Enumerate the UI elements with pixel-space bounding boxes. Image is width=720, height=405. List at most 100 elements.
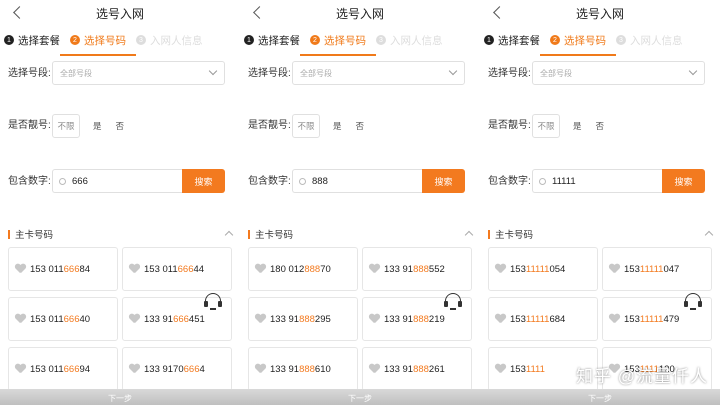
- chevron-up-icon[interactable]: [224, 230, 234, 240]
- option-no[interactable]: 否: [596, 120, 605, 132]
- number-card[interactable]: 153 11111 047: [602, 247, 712, 291]
- number-card[interactable]: 153 11111 054: [488, 247, 598, 291]
- step-indicator: 1 选择套餐 2 选择号码 3 入网人信息: [240, 26, 480, 56]
- nav-bar: 选号入网: [480, 0, 720, 26]
- back-arrow-icon[interactable]: [12, 5, 24, 21]
- segment-select[interactable]: 全部号段: [292, 61, 465, 85]
- search-button[interactable]: 搜索: [182, 169, 225, 193]
- number-card[interactable]: 153 11111 684: [488, 297, 598, 341]
- back-arrow-icon[interactable]: [492, 5, 504, 21]
- customer-service-icon[interactable]: [202, 290, 224, 312]
- segment-label: 选择号段:: [8, 68, 51, 79]
- heart-icon[interactable]: [369, 264, 380, 274]
- page-title: 选号入网: [95, 6, 144, 21]
- pretty-number-label: 是否靓号:: [488, 120, 531, 131]
- digits-search-input[interactable]: 888: [292, 169, 422, 193]
- segment-label: 选择号段:: [488, 68, 531, 79]
- number-card[interactable]: 133 9170 666 4: [122, 347, 232, 391]
- heart-icon[interactable]: [495, 314, 506, 324]
- digits-search-input[interactable]: 11111: [532, 169, 662, 193]
- search-icon: [59, 177, 66, 185]
- option-yes[interactable]: 是: [573, 120, 582, 132]
- number-card[interactable]: 153 011 666 84: [8, 247, 118, 291]
- heart-icon[interactable]: [609, 314, 620, 324]
- search-icon: [539, 177, 546, 185]
- contains-digits-label: 包含数字:: [248, 176, 291, 187]
- number-grid: 180 012 888 70 133 91 888 552 133 91 888 295 1…: [240, 241, 480, 391]
- page-title: 选号入网: [575, 6, 624, 21]
- heart-icon[interactable]: [129, 364, 140, 374]
- step-choose-plan[interactable]: 1 选择套餐: [244, 33, 300, 48]
- next-step-button[interactable]: 下一步: [480, 389, 720, 405]
- step-choose-plan[interactable]: 1 选择套餐: [484, 33, 540, 48]
- heart-icon[interactable]: [15, 364, 26, 374]
- digits-search-input[interactable]: 666: [52, 169, 182, 193]
- contains-digits-label: 包含数字:: [8, 176, 51, 187]
- step-choose-number[interactable]: 2 选择号码: [60, 33, 136, 56]
- section-header: 主卡号码: [0, 227, 240, 241]
- number-card[interactable]: 133 91 888 261: [362, 347, 472, 391]
- chevron-down-icon: [448, 66, 458, 76]
- chevron-up-icon[interactable]: [704, 230, 714, 240]
- contains-digits-label: 包含数字:: [488, 176, 531, 187]
- section-header: 主卡号码: [240, 227, 480, 241]
- number-card[interactable]: 153 011 666 44: [122, 247, 232, 291]
- heart-icon[interactable]: [255, 314, 266, 324]
- heart-icon[interactable]: [129, 264, 140, 274]
- search-button[interactable]: 搜索: [422, 169, 465, 193]
- number-card[interactable]: 180 012 888 70: [248, 247, 358, 291]
- option-unlimited[interactable]: 不限: [292, 114, 320, 138]
- segment-select[interactable]: 全部号段: [532, 61, 705, 85]
- pretty-number-label: 是否靓号:: [8, 120, 51, 131]
- chevron-up-icon[interactable]: [464, 230, 474, 240]
- step-choose-plan[interactable]: 1 选择套餐: [4, 33, 60, 48]
- heart-icon[interactable]: [495, 264, 506, 274]
- step-choose-number[interactable]: 2 选择号码: [300, 33, 376, 56]
- number-card[interactable]: 133 91 888 610: [248, 347, 358, 391]
- phone-screen-3: 选号入网 1 选择套餐 2 选择号码 3 入网人信息 选择号段: 全部号段 是否靓号:…: [480, 0, 720, 405]
- phone-screen-2: 选号入网 1 选择套餐 2 选择号码 3 入网人信息 选择号段: 全部号段 是否靓号:…: [240, 0, 480, 405]
- heart-icon[interactable]: [15, 314, 26, 324]
- number-grid: 153 011 666 84 153 011 666 44 153 011 666 40 1…: [0, 241, 240, 391]
- search-icon: [299, 177, 306, 185]
- customer-service-icon[interactable]: [442, 290, 464, 312]
- next-step-button[interactable]: 下一步: [0, 389, 240, 405]
- heart-icon[interactable]: [255, 264, 266, 274]
- heart-icon[interactable]: [15, 264, 26, 274]
- option-yes[interactable]: 是: [93, 120, 102, 132]
- heart-icon[interactable]: [369, 314, 380, 324]
- next-step-button[interactable]: 下一步: [240, 389, 480, 405]
- option-no[interactable]: 否: [116, 120, 125, 132]
- heart-icon[interactable]: [495, 364, 506, 374]
- step-user-info[interactable]: 3 入网人信息: [136, 33, 203, 48]
- number-card[interactable]: 133 91 888 552: [362, 247, 472, 291]
- watermark-text: 知乎 @流量仟人: [576, 367, 708, 386]
- heart-icon[interactable]: [609, 264, 620, 274]
- page-title: 选号入网: [335, 6, 384, 21]
- option-yes[interactable]: 是: [333, 120, 342, 132]
- pretty-number-label: 是否靓号:: [248, 120, 291, 131]
- option-unlimited[interactable]: 不限: [532, 114, 560, 138]
- nav-bar: 选号入网: [0, 0, 240, 26]
- segment-select[interactable]: 全部号段: [52, 61, 225, 85]
- chevron-down-icon: [688, 66, 698, 76]
- step-indicator: 1 选择套餐 2 选择号码 3 入网人信息: [0, 26, 240, 56]
- number-card[interactable]: 153 011 666 40: [8, 297, 118, 341]
- option-unlimited[interactable]: 不限: [52, 114, 80, 138]
- number-card[interactable]: 133 91 888 295: [248, 297, 358, 341]
- heart-icon[interactable]: [255, 364, 266, 374]
- phone-screen-1: 选号入网 1 选择套餐 2 选择号码 3 入网人信息 选择号段: 全部号段 是否靓号:…: [0, 0, 240, 405]
- section-header: 主卡号码: [480, 227, 720, 241]
- bottom-action-bar: 下一步 下一步 下一步: [0, 389, 720, 405]
- step-user-info[interactable]: 3 入网人信息: [616, 33, 683, 48]
- step-user-info[interactable]: 3 入网人信息: [376, 33, 443, 48]
- option-no[interactable]: 否: [356, 120, 365, 132]
- search-button[interactable]: 搜索: [662, 169, 705, 193]
- back-arrow-icon[interactable]: [252, 5, 264, 21]
- step-choose-number[interactable]: 2 选择号码: [540, 33, 616, 56]
- number-card[interactable]: 153 011 666 94: [8, 347, 118, 391]
- heart-icon[interactable]: [129, 314, 140, 324]
- step-indicator: 1 选择套餐 2 选择号码 3 入网人信息: [480, 26, 720, 56]
- heart-icon[interactable]: [369, 364, 380, 374]
- customer-service-icon[interactable]: [682, 290, 704, 312]
